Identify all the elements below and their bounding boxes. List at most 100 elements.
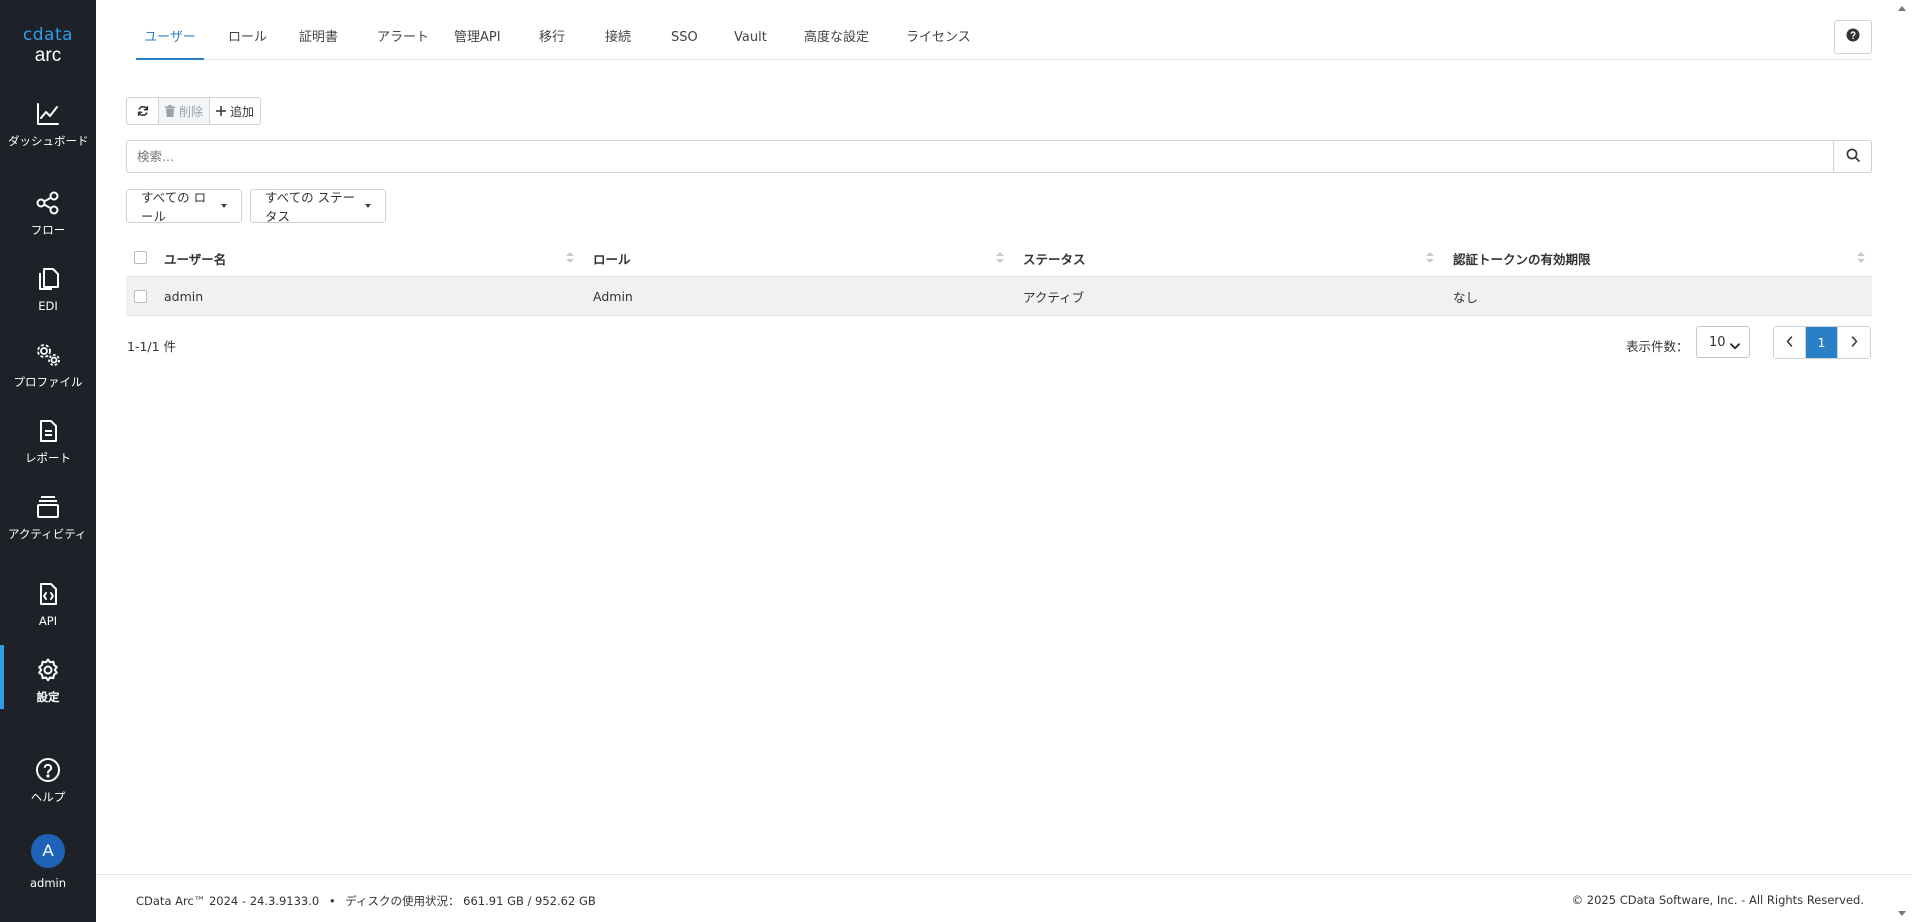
- chevron-down-icon: [1730, 339, 1740, 354]
- column-header-role[interactable]: ロール: [593, 240, 631, 276]
- scroll-up-arrow[interactable]: [1898, 6, 1906, 11]
- status-filter-label: すべての ステータス: [265, 190, 356, 224]
- chevron-right-icon: [1851, 335, 1858, 350]
- per-page-value: 10: [1709, 334, 1726, 350]
- gear-icon: [35, 657, 61, 683]
- tab-connections[interactable]: 接続: [605, 18, 631, 60]
- tab-alerts[interactable]: アラート: [377, 18, 429, 60]
- trash-icon: [165, 105, 175, 117]
- brand-name: cdata: [22, 25, 74, 45]
- sidebar-item-label: API: [38, 614, 58, 628]
- per-page-select[interactable]: 10: [1696, 326, 1750, 358]
- page-help-button[interactable]: [1834, 20, 1872, 54]
- sidebar-item-label: ダッシュボード: [8, 134, 89, 148]
- copyright-text: © 2025 CData Software, Inc. - All Rights…: [1571, 893, 1864, 907]
- tab-users[interactable]: ユーザー: [136, 18, 204, 60]
- sidebar-item-help[interactable]: ヘルプ: [0, 757, 96, 804]
- sort-icon[interactable]: [996, 251, 1004, 265]
- caret-down-icon: [365, 204, 371, 208]
- delete-button[interactable]: 削除: [159, 98, 211, 124]
- status-filter-dropdown[interactable]: すべての ステータス: [250, 189, 386, 224]
- pagination: 1: [1773, 326, 1871, 359]
- table-row[interactable]: admin Admin アクティブ なし: [126, 276, 1872, 316]
- search-bar: [126, 140, 1872, 173]
- sidebar-item-label: EDI: [38, 299, 58, 313]
- tab-advanced[interactable]: 高度な設定: [804, 18, 869, 60]
- sidebar-item-report[interactable]: レポート: [0, 418, 96, 465]
- prev-page-button[interactable]: [1774, 327, 1806, 358]
- scroll-down-arrow[interactable]: [1898, 911, 1906, 916]
- column-header-username[interactable]: ユーザー名: [164, 240, 226, 276]
- sort-icon[interactable]: [1857, 251, 1865, 265]
- search-button[interactable]: [1833, 141, 1871, 172]
- add-user-button[interactable]: 追加: [210, 98, 260, 124]
- gears-icon: [35, 342, 61, 368]
- question-circle-icon: [1846, 28, 1860, 46]
- user-menu[interactable]: A admin: [0, 834, 96, 890]
- search-input[interactable]: [127, 141, 1837, 172]
- table-header-row: ユーザー名 ロール ステータス 認証トークンの有効期限: [126, 240, 1872, 276]
- cell-status: アクティブ: [1023, 289, 1085, 305]
- sidebar-item-label: レポート: [25, 451, 71, 465]
- sidebar-item-edi[interactable]: EDI: [0, 266, 96, 313]
- caret-down-icon: [221, 204, 227, 208]
- chart-line-icon: [35, 101, 61, 127]
- chevron-left-icon: [1786, 335, 1793, 350]
- footer-separator: •: [328, 894, 336, 908]
- settings-tabs: ユーザー ロール 証明書 アラート 管理API 移行 接続 SSO Vault …: [136, 18, 1872, 60]
- cell-token-expiry: なし: [1453, 289, 1479, 305]
- sidebar-item-flow[interactable]: フロー: [0, 190, 96, 237]
- sidebar-item-settings[interactable]: 設定: [0, 645, 96, 709]
- sort-icon[interactable]: [566, 251, 574, 265]
- search-icon: [1846, 148, 1860, 166]
- share-nodes-icon: [35, 190, 61, 216]
- next-page-button[interactable]: [1838, 327, 1870, 358]
- sidebar-item-label: 設定: [36, 690, 60, 704]
- question-circle-icon: [35, 757, 61, 783]
- select-all-checkbox[interactable]: [134, 251, 147, 264]
- app-logo[interactable]: cdata arc: [0, 26, 96, 66]
- tab-admin-api[interactable]: 管理API: [454, 18, 501, 60]
- tab-roles[interactable]: ロール: [228, 18, 267, 60]
- sidebar-item-label: アクティビティ: [8, 527, 87, 541]
- sidebar-item-label: プロファイル: [13, 375, 83, 389]
- add-label: 追加: [230, 104, 255, 119]
- sort-icon[interactable]: [1426, 251, 1434, 265]
- sidebar-item-dashboard[interactable]: ダッシュボード: [0, 101, 96, 148]
- copy-icon: [35, 266, 61, 292]
- role-filter-dropdown[interactable]: すべての ロール: [126, 189, 242, 224]
- tab-license[interactable]: ライセンス: [906, 18, 971, 60]
- avatar: A: [31, 834, 65, 868]
- tab-vault[interactable]: Vault: [734, 18, 767, 60]
- user-toolbar: 削除 追加: [126, 97, 262, 125]
- page-button-current[interactable]: 1: [1806, 327, 1838, 358]
- sidebar-item-activity[interactable]: アクティビティ: [0, 494, 96, 541]
- record-count: 1-1/1 件: [127, 339, 177, 354]
- per-page-label: 表示件数：: [1626, 339, 1689, 354]
- row-checkbox[interactable]: [134, 290, 147, 303]
- role-filter-label: すべての ロール: [141, 190, 207, 224]
- sidebar-item-profile[interactable]: プロファイル: [0, 342, 96, 389]
- cell-role: Admin: [593, 288, 633, 304]
- user-name: admin: [29, 876, 67, 890]
- cell-username[interactable]: admin: [164, 277, 203, 315]
- product-name: arc: [34, 45, 62, 66]
- column-header-token-expiry[interactable]: 認証トークンの有効期限: [1453, 240, 1591, 276]
- tab-certificates[interactable]: 証明書: [299, 18, 338, 60]
- disk-usage-value: 661.91 GB / 952.62 GB: [463, 894, 596, 908]
- tab-migration[interactable]: 移行: [539, 18, 565, 60]
- sidebar-item-api[interactable]: API: [0, 581, 96, 628]
- sidebar-item-label: フロー: [30, 223, 66, 237]
- tab-sso[interactable]: SSO: [671, 18, 698, 60]
- file-text-icon: [35, 418, 61, 444]
- sidebar: cdata arc ダッシュボード フロー EDI プロファイル レポート アク…: [0, 0, 96, 922]
- sidebar-item-label: ヘルプ: [30, 790, 66, 804]
- refresh-button[interactable]: [127, 98, 159, 124]
- footer-info: CData Arc™ 2024 - 24.3.9133.0 • ディスクの使用状…: [136, 893, 596, 909]
- refresh-icon: [137, 105, 149, 117]
- stack-icon: [35, 494, 61, 520]
- column-header-status[interactable]: ステータス: [1023, 240, 1086, 276]
- users-table: ユーザー名 ロール ステータス 認証トークンの有効期限 admin Admin …: [126, 240, 1872, 316]
- footer: CData Arc™ 2024 - 24.3.9133.0 • ディスクの使用状…: [96, 874, 1912, 922]
- plus-icon: [216, 106, 227, 116]
